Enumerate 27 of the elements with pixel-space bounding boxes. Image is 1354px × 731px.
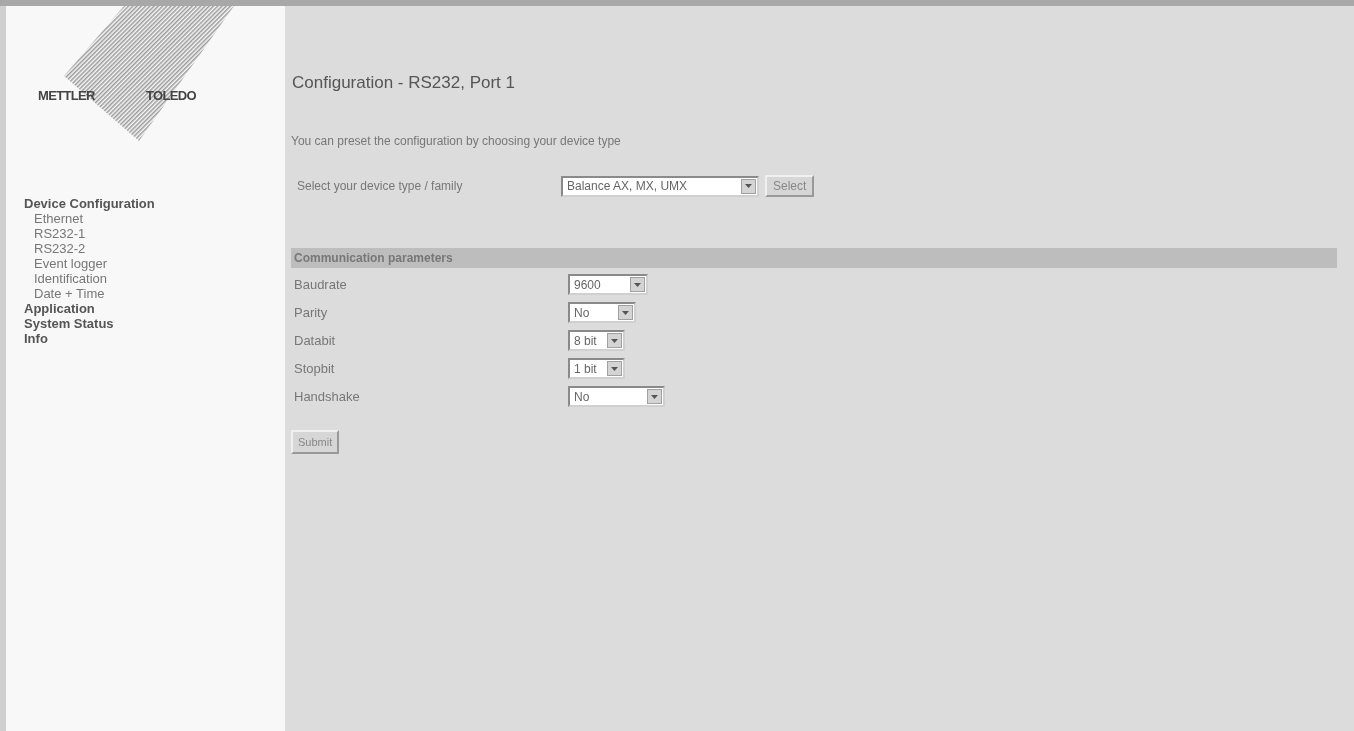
nav-link[interactable]: Info xyxy=(24,331,285,346)
field-label: Baudrate xyxy=(293,275,348,294)
nav-link[interactable]: Device Configuration xyxy=(24,196,285,211)
field-label: Databit xyxy=(293,331,337,350)
field-label: Stopbit xyxy=(293,359,336,378)
nav-link[interactable]: RS232-2 xyxy=(24,241,285,256)
logo-text: TOLEDO xyxy=(146,87,197,105)
dropdown[interactable]: 1 bit xyxy=(568,358,625,379)
description: You can preset the configuration by choosing your device type xyxy=(291,133,622,150)
logo-text: METTLER xyxy=(38,87,95,105)
nav-link[interactable]: Event logger xyxy=(24,256,285,271)
nav-link[interactable]: Ethernet xyxy=(24,211,285,226)
nav-link[interactable]: RS232-1 xyxy=(24,226,285,241)
nav-link[interactable]: Identification xyxy=(24,271,285,286)
nav-link[interactable]: Application xyxy=(24,301,285,316)
dropdown[interactable]: 8 bit xyxy=(568,330,625,351)
page-title: Configuration - RS232, Port 1 xyxy=(292,72,516,94)
field-label: Parity xyxy=(293,303,329,322)
nav-link[interactable]: Date + Time xyxy=(24,286,285,301)
dropdown[interactable]: Balance AX, MX, UMX xyxy=(561,175,759,197)
nav-link[interactable]: System Status xyxy=(24,316,285,331)
section-header: Communication parameters xyxy=(291,248,1337,268)
field-label: Handshake xyxy=(293,387,361,406)
dropdown[interactable]: 9600 xyxy=(568,274,648,295)
field-label: Select your device type / family xyxy=(296,178,464,195)
dropdown[interactable]: No xyxy=(568,386,665,407)
dropdown[interactable]: No xyxy=(568,302,636,323)
